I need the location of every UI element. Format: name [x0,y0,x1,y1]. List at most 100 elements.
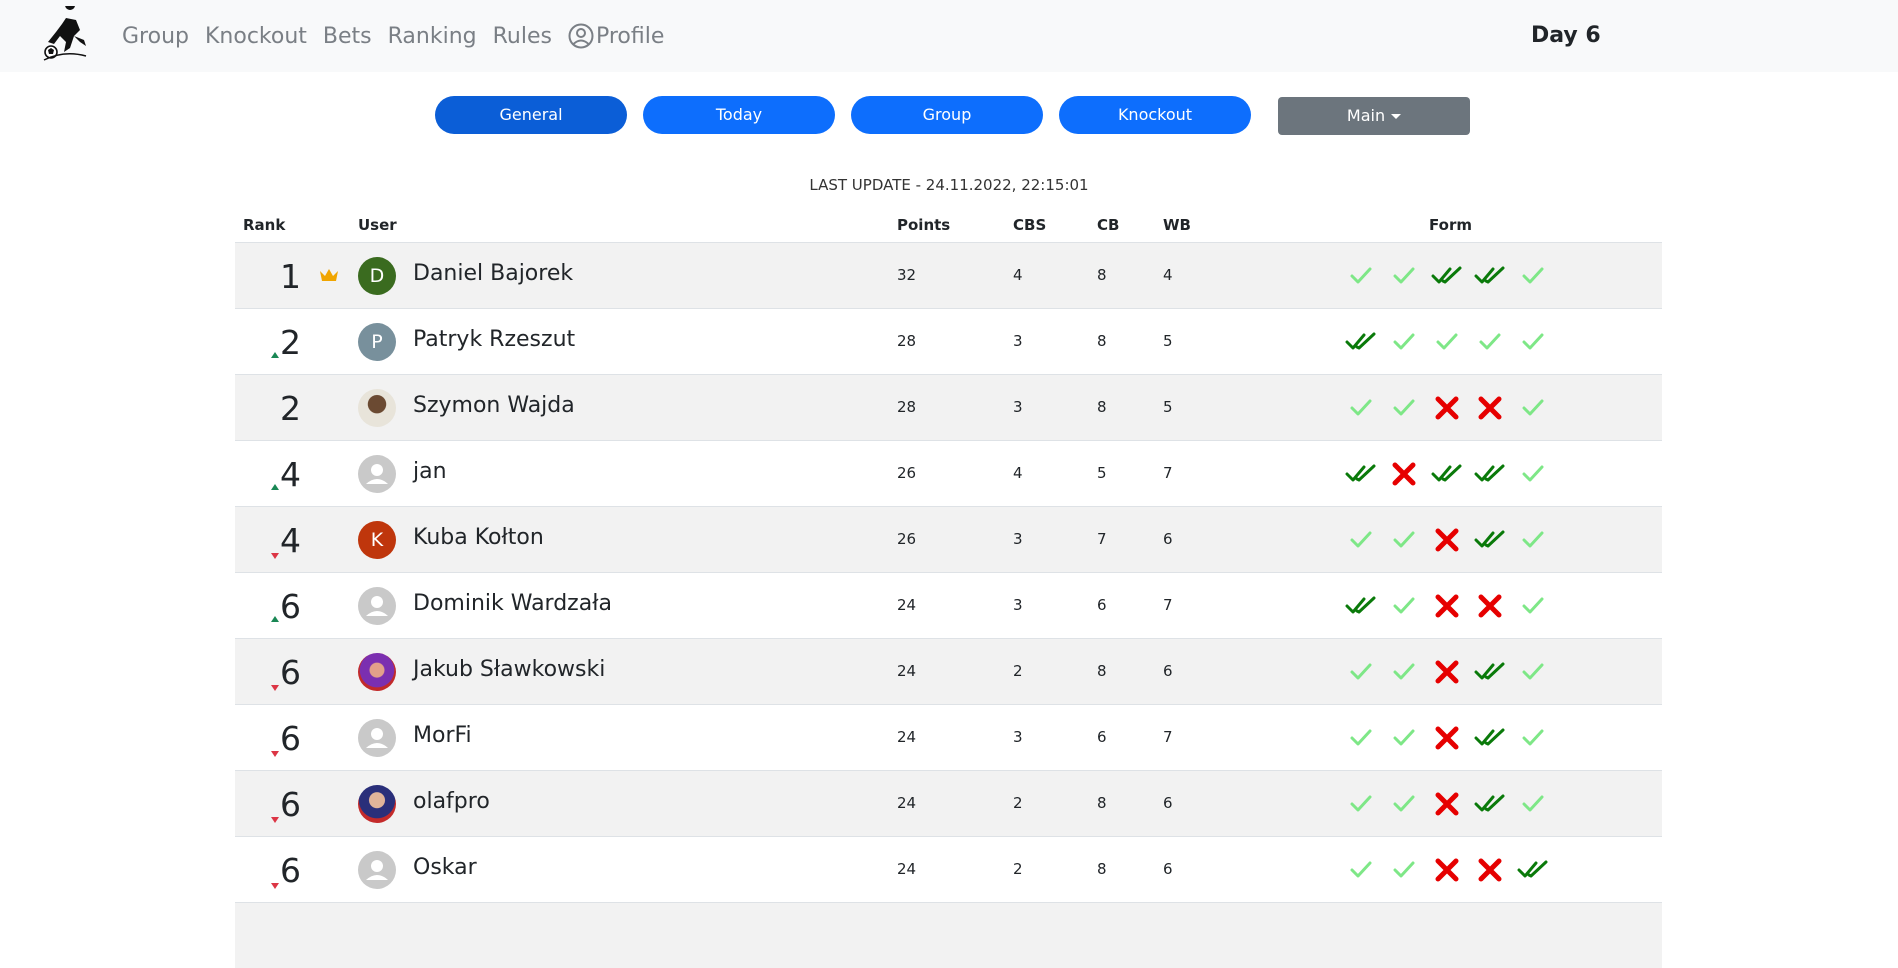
nav-link-bets[interactable]: Bets [323,24,372,49]
nav-link-ranking[interactable]: Ranking [388,24,477,49]
check-icon [1393,333,1415,350]
table-row: 6 Dominik Wardzała 24 3 6 7 [235,572,1662,638]
user-name[interactable]: olafpro [413,789,490,814]
cbs-value: 3 [1013,728,1023,746]
double-check-icon [1431,464,1462,482]
points-value: 24 [897,662,917,680]
scope-dropdown-button[interactable]: Main [1278,97,1470,135]
double-check-icon [1474,794,1505,812]
user-name[interactable]: Patryk Rzeszut [413,327,575,352]
avatar [358,587,396,625]
header-cbs: CBS [1013,216,1047,234]
table-row: 4 jan 26 4 5 7 [235,440,1662,506]
wb-value: 4 [1163,266,1173,284]
rank-number: 6 [280,719,301,758]
cbs-value: 4 [1013,464,1023,482]
cbs-value: 3 [1013,398,1023,416]
wb-value: 7 [1163,728,1173,746]
filter-knockout-button[interactable]: Knockout [1059,96,1251,134]
cb-value: 6 [1097,596,1107,614]
cbs-value: 2 [1013,662,1023,680]
double-check-icon [1345,464,1376,482]
check-icon [1350,663,1372,680]
cross-icon [1435,792,1459,816]
last-update-text: LAST UPDATE - 24.11.2022, 22:15:01 [809,176,1089,194]
double-check-icon [1474,530,1505,548]
header-rank: Rank [243,216,286,234]
check-icon [1393,663,1415,680]
points-value: 28 [897,398,917,416]
user-name[interactable]: jan [413,459,447,484]
dropdown-label: Main [1346,106,1386,125]
wb-value: 6 [1163,530,1173,548]
avatar [358,455,396,493]
user-name[interactable]: MorFi [413,723,472,748]
points-value: 28 [897,332,917,350]
crown-icon [320,269,338,281]
table-row: 1 D Daniel Bajorek 32 4 8 4 [235,242,1662,308]
rank-number: 6 [280,653,301,692]
user-name[interactable]: Dominik Wardzała [413,591,612,616]
form-indicators [1345,326,1549,358]
check-icon [1393,861,1415,878]
form-indicators [1345,590,1549,622]
nav-link-profile[interactable]: Profile [568,23,664,49]
nav-link-knockout[interactable]: Knockout [205,24,307,49]
filter-today-button[interactable]: Today [643,96,835,134]
form-indicators [1345,524,1549,556]
cb-value: 8 [1097,860,1107,878]
points-value: 24 [897,596,917,614]
cb-value: 8 [1097,398,1107,416]
user-name[interactable]: Kuba Kołton [413,525,544,550]
user-name[interactable]: Oskar [413,855,477,880]
cross-icon [1478,594,1502,618]
avatar: P [358,323,396,361]
cbs-value: 2 [1013,794,1023,812]
nav-link-rules[interactable]: Rules [493,24,552,49]
table-row: 2 P Patryk Rzeszut 28 3 8 5 [235,308,1662,374]
nav-links: Group Knockout Bets Ranking Rules Profil… [122,0,664,72]
check-icon [1393,597,1415,614]
profile-label: Profile [595,23,665,49]
double-check-icon [1474,464,1505,482]
default-avatar-icon [366,596,388,616]
table-row: 6 Jakub Sławkowski 24 2 8 6 [235,638,1662,704]
filter-group-button[interactable]: Group [851,96,1043,134]
nav-link-group[interactable]: Group [122,24,189,49]
table-body: 1 D Daniel Bajorek 32 4 8 4 2 P Patryk Rzeszut 28 3… [235,242,1662,968]
check-icon [1522,399,1544,416]
cb-value: 8 [1097,332,1107,350]
default-avatar-icon [366,860,388,880]
form-indicators [1345,854,1549,886]
avatar [358,389,396,427]
cbs-value: 3 [1013,332,1023,350]
user-name[interactable]: Szymon Wajda [413,393,575,418]
filter-general-button[interactable]: General [435,96,627,134]
cross-icon [1435,396,1459,420]
table-row: 6 olafpro 24 2 8 6 [235,770,1662,836]
wb-value: 7 [1163,596,1173,614]
rank-number: 6 [280,851,301,890]
avatar: K [358,521,396,559]
header-points: Points [897,216,951,234]
header-wb: WB [1163,216,1191,234]
table-row: 6 Oskar 24 2 8 6 [235,836,1662,902]
wb-value: 7 [1163,464,1173,482]
wb-value: 5 [1163,332,1173,350]
header-user: User [358,216,397,234]
cross-icon [1435,858,1459,882]
user-name[interactable]: Jakub Sławkowski [413,657,605,682]
football-player-logo-icon[interactable] [40,6,96,62]
cb-value: 8 [1097,266,1107,284]
table-header: Rank User Points CBS CB WB Form [235,208,1662,242]
check-icon [1522,333,1544,350]
form-indicators [1345,392,1549,424]
check-icon [1479,333,1501,350]
ranking-table: Rank User Points CBS CB WB Form 1 D Daniel… [235,208,1662,968]
user-name[interactable]: Daniel Bajorek [413,261,573,286]
avatar [358,785,396,823]
check-icon [1522,663,1544,680]
double-check-icon [1474,728,1505,746]
check-icon [1350,531,1372,548]
check-icon [1350,795,1372,812]
